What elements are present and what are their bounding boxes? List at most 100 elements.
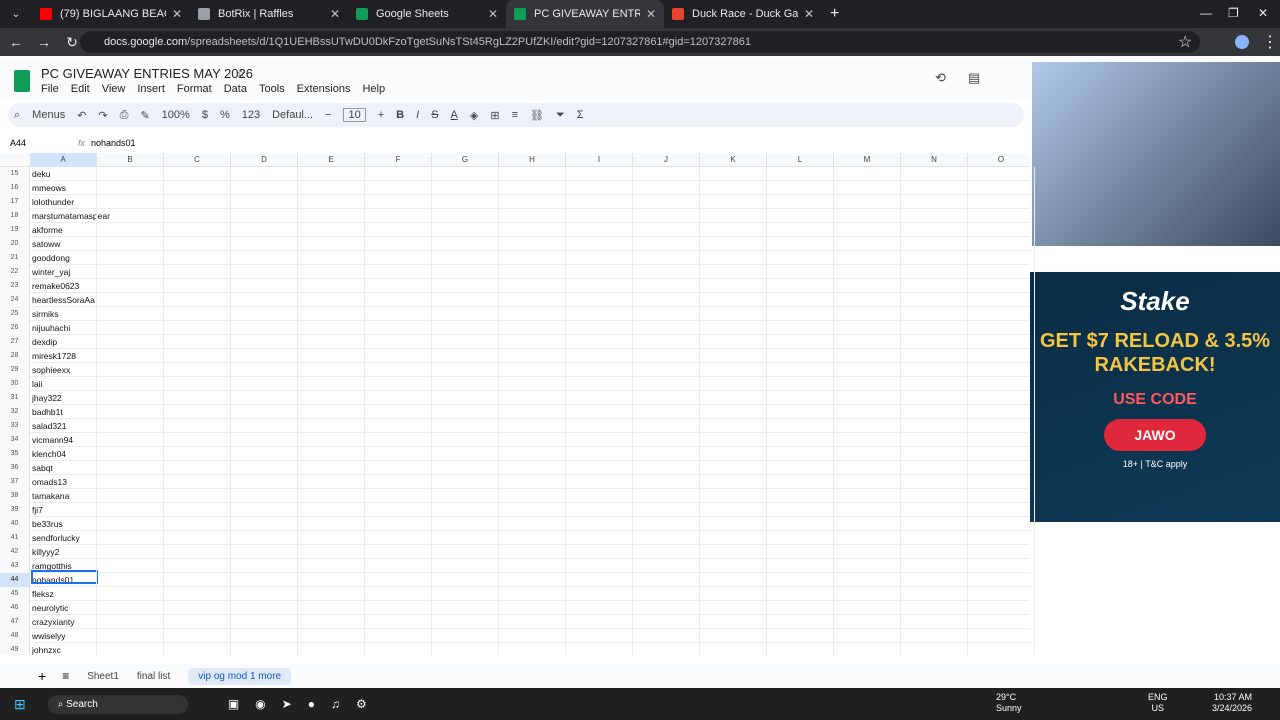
windows-start-icon[interactable]: ⊞ [14,696,26,713]
percent-button[interactable]: % [220,109,230,121]
column-header-d[interactable]: D [231,153,298,167]
menu-data[interactable]: Data [224,83,247,95]
bookmark-star-icon[interactable]: ☆ [1178,32,1192,52]
close-icon[interactable]: ✕ [804,7,814,21]
column-header-o[interactable]: O [968,153,1035,167]
cell-a[interactable]: winter_yaj [32,265,70,279]
menu-edit[interactable]: Edit [71,83,90,95]
filter-icon[interactable]: ⏷ [556,109,565,122]
selected-cell[interactable] [31,570,98,584]
cell-a[interactable]: be33rus [32,517,63,531]
cell-a[interactable]: sendforlucky [32,531,80,545]
cell-a[interactable]: lolothunder [32,195,74,209]
cell-a[interactable]: salad321 [32,419,67,433]
document-title[interactable]: PC GIVEAWAY ENTRIES MAY 2026 [41,66,253,81]
cell-a[interactable]: klench04 [32,447,66,461]
cell-a[interactable]: fleksz [32,587,54,601]
row-number[interactable]: 42 [0,545,30,559]
align-icon[interactable]: ≡ [512,109,518,121]
row-number[interactable]: 43 [0,559,30,573]
row-number[interactable]: 17 [0,195,30,209]
menu-file[interactable]: File [41,83,59,95]
cell-a[interactable]: mmeows [32,181,66,195]
row-number[interactable]: 24 [0,293,30,307]
cell-grid[interactable]: 15 deku 16 mmeows 17 lolothunder 18 marstumatam… [0,167,1030,655]
formula-input[interactable]: nohands01 [91,138,136,148]
cell-a[interactable]: omads13 [32,475,67,489]
menu-view[interactable]: View [102,83,126,95]
tab-list-icon[interactable]: ⌄ [0,9,32,20]
row-number[interactable]: 37 [0,475,30,489]
browser-tab[interactable]: Google Sheets ✕ [348,0,506,28]
menu-icon[interactable]: ⋮ [1262,32,1278,52]
menu-insert[interactable]: Insert [137,83,165,95]
cell-a[interactable]: johnzxc [32,643,61,655]
row-number[interactable]: 47 [0,615,30,629]
row-number[interactable]: 30 [0,377,30,391]
cell-a[interactable]: badhb1t [32,405,63,419]
cell-a[interactable]: neurolytic [32,601,68,615]
cell-a[interactable]: sirmiks [32,307,58,321]
row-number[interactable]: 36 [0,461,30,475]
menus-search[interactable]: Menus [32,109,65,121]
row-number[interactable]: 32 [0,405,30,419]
cell-a[interactable]: nijuuhachi [32,321,70,335]
weather-widget[interactable]: 29°C Sunny [996,692,1022,714]
row-number[interactable]: 35 [0,447,30,461]
row-number[interactable]: 45 [0,587,30,601]
column-header-n[interactable]: N [901,153,968,167]
menu-format[interactable]: Format [177,83,212,95]
column-header-l[interactable]: L [767,153,834,167]
row-number[interactable]: 40 [0,517,30,531]
column-header-a[interactable]: A [30,153,97,167]
cell-a[interactable]: marstumatamaspear [32,209,110,223]
url-field[interactable]: docs.google.com/spreadsheets/d/1Q1UEHBss… [80,31,1200,53]
row-number[interactable]: 15 [0,167,30,181]
telegram-icon[interactable]: ➤ [282,697,292,711]
cell-a[interactable]: crazyxianty [32,615,75,629]
cell-a[interactable]: dexdip [32,335,57,349]
cell-a[interactable]: sophieexx [32,363,70,377]
search-icon[interactable]: ⌕ [14,109,20,122]
font-size-input[interactable]: 10 [343,108,366,122]
row-number[interactable]: 27 [0,335,30,349]
undo-icon[interactable]: ↶ [77,109,86,122]
column-header-m[interactable]: M [834,153,901,167]
close-icon[interactable]: ✕ [330,7,340,21]
row-number[interactable]: 18 [0,209,30,223]
font-select[interactable]: Defaul... [272,109,313,121]
avatar[interactable] [1235,35,1249,49]
currency-button[interactable]: $ [202,109,208,121]
cell-a[interactable]: laii [32,377,42,391]
history-icon[interactable]: ⟲ [935,70,946,86]
taskbar-search[interactable]: ⌕ Search [47,694,188,714]
cell-a[interactable]: akforme [32,223,63,237]
close-icon[interactable]: ✕ [646,7,656,21]
decrease-size-icon[interactable]: − [325,109,331,121]
row-number[interactable]: 39 [0,503,30,517]
browser-tab[interactable]: (79) BIGLAANG BEACH - YouTube ✕ [32,0,190,28]
row-number[interactable]: 22 [0,265,30,279]
print-icon[interactable]: ⎙ [120,109,129,122]
cell-a[interactable]: sabqt [32,461,53,475]
zoom-select[interactable]: 100% [162,109,190,121]
row-number[interactable]: 25 [0,307,30,321]
minimize-icon[interactable]: — [1200,6,1212,20]
column-header-f[interactable]: F [365,153,432,167]
cell-a[interactable]: fji7 [32,503,43,517]
row-number[interactable]: 38 [0,489,30,503]
new-tab-button[interactable]: + [830,5,839,23]
close-icon[interactable]: ✕ [172,7,182,21]
row-number[interactable]: 20 [0,237,30,251]
cell-a[interactable]: wwiselyy [32,629,66,643]
menu-extensions[interactable]: Extensions [297,83,351,95]
back-icon[interactable]: ← [4,34,28,50]
bold-icon[interactable]: B [396,109,404,121]
sheets-logo-icon[interactable] [14,70,30,92]
browser-tab[interactable]: Duck Race - Duck Games ✕ [664,0,822,28]
borders-icon[interactable]: ⊞ [490,109,499,122]
row-number[interactable]: 34 [0,433,30,447]
cell-a[interactable]: remake0623 [32,279,79,293]
row-number[interactable]: 26 [0,321,30,335]
column-header-b[interactable]: B [97,153,164,167]
